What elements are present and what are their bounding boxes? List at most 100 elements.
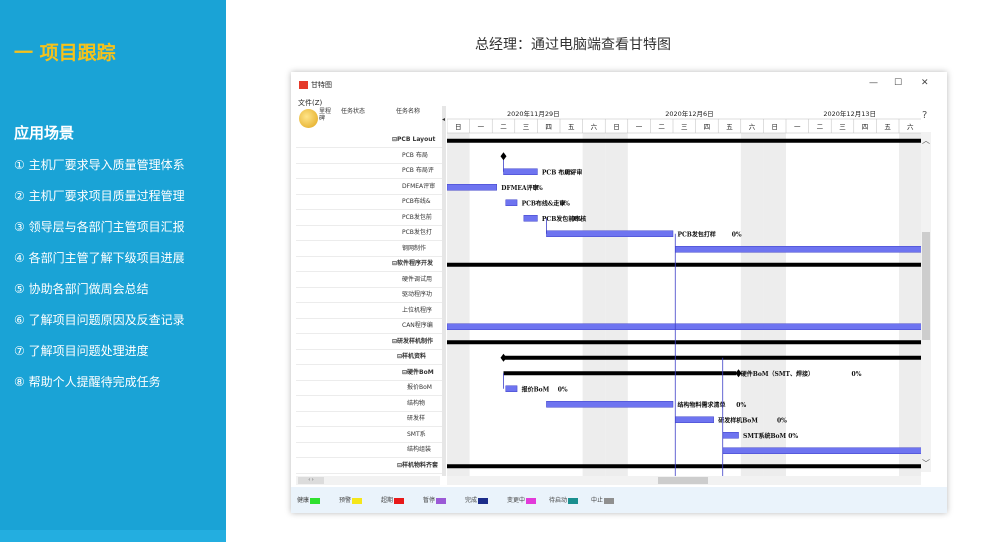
left-panel: 一 项目跟踪 应用场景 ① 主机厂要求导入质量管理体系 ② 主机厂要求项目质量过程…	[0, 0, 226, 542]
task-row[interactable]: ⊟PCB Layout	[296, 133, 442, 148]
task-row[interactable]: ⊟研发样机制作	[296, 335, 442, 350]
weekend-shade	[605, 133, 628, 476]
task-row[interactable]: PCB布线&	[296, 195, 442, 210]
task-row[interactable]: ⊟软件程序开发	[296, 257, 442, 272]
legend-swatch	[478, 497, 489, 504]
day-label: 六	[749, 122, 756, 131]
task-row[interactable]: 硬件调试用	[296, 273, 442, 288]
task-bar	[546, 401, 674, 408]
legend-swatch	[568, 497, 579, 504]
legend-item: 暂停	[423, 495, 447, 504]
task-row[interactable]: CAN程序编	[296, 319, 442, 334]
task-bar	[447, 184, 497, 191]
help-icon[interactable]: ?	[922, 110, 927, 121]
maximize-button[interactable]: ☐	[894, 78, 902, 88]
task-name: 研发样	[407, 415, 426, 422]
milestone-marker	[500, 152, 507, 161]
scenario-item: ① 主机厂要求导入质量管理体系	[14, 158, 185, 172]
close-button[interactable]: ✕	[921, 78, 929, 88]
task-name: DFMEA评审	[402, 182, 436, 190]
task-row[interactable]: ⊟样机物料齐套	[296, 459, 442, 474]
task-row[interactable]: PCB 布局评	[296, 164, 442, 179]
task-row[interactable]: ⊟样机资料	[296, 350, 442, 365]
day-label: 一	[636, 123, 643, 131]
summary-bar	[447, 464, 921, 469]
bar-label: PCB 布局评审	[542, 168, 582, 176]
day-label: 三	[839, 123, 846, 131]
task-row[interactable]: 报价BoM	[296, 381, 442, 396]
legend-label: 预警	[339, 497, 352, 504]
bar-label: PCB发包打样	[678, 230, 716, 238]
task-bar	[447, 323, 921, 330]
task-name: ⊟样机资料	[397, 353, 427, 360]
task-name: 硬件调试用	[402, 275, 433, 283]
legend-swatch	[310, 497, 321, 504]
day-label: 六	[907, 122, 914, 131]
task-row[interactable]: PCB发包前	[296, 211, 442, 226]
vertical-scroll-thumb[interactable]	[922, 232, 930, 340]
scenario-item: ⑥ 了解项目问题原因及反查记录	[14, 313, 185, 327]
minimize-button[interactable]: —	[869, 78, 878, 88]
summary-bar	[447, 138, 921, 143]
bar-percent: 0%	[571, 216, 581, 223]
bar-label: 报价BoM	[522, 385, 550, 393]
scenario-item: ⑦ 了解项目问题处理进度	[14, 344, 149, 358]
day-label: 二	[658, 123, 665, 131]
task-row[interactable]: 驱动程序功	[296, 288, 442, 303]
bar-percent: 0%	[560, 200, 570, 207]
day-label: 日	[771, 123, 778, 131]
task-row[interactable]: 结构组装	[296, 443, 442, 458]
task-name: PCB 布局	[402, 151, 428, 159]
task-row[interactable]: PCB发包打	[296, 226, 442, 241]
task-name: ⊟研发样机制作	[392, 337, 434, 345]
task-bar	[675, 416, 714, 423]
day-label: 日	[613, 123, 620, 131]
scroll-down-icon[interactable]: ﹀	[922, 458, 930, 469]
task-row[interactable]: ⊟硬件BoM	[296, 366, 442, 381]
chart-horizontal-scrollbar[interactable]	[447, 476, 921, 485]
week-date: 2020年12月6日	[665, 109, 713, 118]
bar-label: SMT系统BoM	[743, 432, 787, 440]
task-list-scrollbar[interactable]: ‹ ›	[296, 476, 440, 485]
vertical-scrollbar[interactable]	[921, 132, 931, 472]
legend-swatch	[604, 497, 615, 504]
task-row[interactable]: 钢网制作	[296, 242, 442, 257]
gantt-chart: 2020年11月29日 2020年12月6日 2020年12月13日日 一 二 三 四 五 六 日…	[447, 106, 921, 476]
chart-scroll-thumb[interactable]	[658, 477, 708, 484]
day-label: 二	[500, 123, 507, 131]
summary-bar	[447, 262, 921, 267]
task-name: 驱动程序功	[402, 291, 433, 298]
task-bar	[546, 230, 674, 237]
task-bar	[523, 215, 538, 222]
bar-percent: 0%	[736, 402, 746, 409]
scenario-item: ② 主机厂要求项目质量过程管理	[14, 189, 185, 203]
task-scroll-thumb[interactable]: ‹ ›	[298, 477, 324, 484]
task-row[interactable]: DFMEA评审	[296, 180, 442, 195]
task-name: SMT系	[407, 430, 426, 438]
day-label: 日	[455, 123, 462, 131]
splitter-arrow-icon[interactable]: ◂	[442, 116, 445, 123]
scroll-up-icon[interactable]: ︿	[922, 135, 930, 146]
bar-percent: 0%	[565, 169, 575, 176]
weekend-shade	[740, 133, 764, 476]
splitter[interactable]	[442, 106, 446, 476]
column-task-name[interactable]: 任务名称	[396, 108, 420, 115]
column-milestone[interactable]: 里程碑	[319, 108, 331, 122]
bar-label: 研发样机BoM	[718, 416, 758, 424]
bar-percent: 0%	[558, 386, 568, 393]
legend-label: 待启动	[549, 497, 568, 504]
task-bar	[505, 199, 518, 206]
column-status[interactable]: 任务状态	[341, 108, 365, 115]
task-row[interactable]: 结构物	[296, 397, 442, 412]
task-row[interactable]: 上位机程序	[296, 304, 442, 319]
task-row[interactable]: 研发样	[296, 412, 442, 427]
window-title: 甘特图	[311, 81, 332, 89]
task-name: PCB布线&	[402, 198, 431, 205]
section-title: 一 项目跟踪	[14, 42, 116, 64]
task-name: 结构组装	[407, 446, 432, 453]
task-row[interactable]: PCB 布局	[296, 149, 442, 164]
bar-percent: 0%	[777, 417, 787, 424]
left-panel-footer	[0, 530, 226, 542]
legend-item: 超期	[381, 495, 405, 504]
task-row[interactable]: SMT系	[296, 428, 442, 443]
